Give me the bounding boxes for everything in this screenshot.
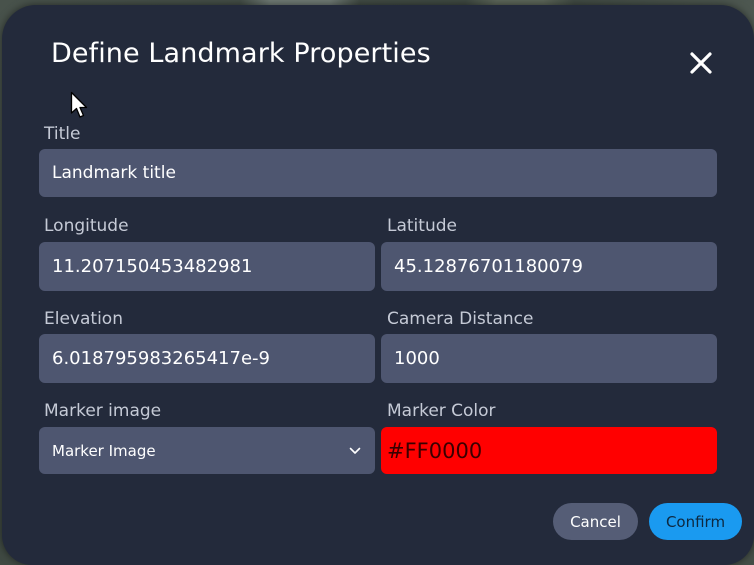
longitude-label: Longitude: [44, 216, 129, 236]
dialog-title: Define Landmark Properties: [51, 38, 431, 69]
chevron-down-icon: [349, 447, 361, 454]
latitude-input[interactable]: 45.12876701180079: [381, 242, 717, 291]
elevation-label: Elevation: [44, 309, 123, 329]
confirm-button-label: Confirm: [665, 512, 726, 531]
marker-image-select-value: Marker Image: [52, 441, 156, 460]
latitude-label: Latitude: [387, 216, 457, 236]
title-label: Title: [44, 124, 81, 144]
close-icon: [690, 52, 712, 74]
title-input[interactable]: Landmark title: [39, 149, 717, 197]
camera-distance-label: Camera Distance: [387, 309, 534, 329]
cancel-button-label: Cancel: [570, 512, 621, 531]
close-button[interactable]: [684, 46, 718, 80]
landmark-properties-dialog: Define Landmark Properties Title Landmar…: [2, 5, 754, 565]
marker-color-input[interactable]: #FF0000: [381, 427, 717, 474]
confirm-button[interactable]: Confirm: [649, 503, 742, 540]
marker-image-label: Marker image: [44, 401, 162, 421]
camera-distance-input[interactable]: 1000: [381, 334, 717, 383]
longitude-input[interactable]: 11.207150453482981: [39, 242, 375, 291]
elevation-input[interactable]: 6.018795983265417e-9: [39, 334, 375, 383]
marker-image-select[interactable]: Marker Image: [39, 427, 375, 474]
mouse-cursor-icon: [70, 91, 88, 118]
cancel-button[interactable]: Cancel: [553, 503, 638, 540]
marker-color-label: Marker Color: [387, 401, 496, 421]
